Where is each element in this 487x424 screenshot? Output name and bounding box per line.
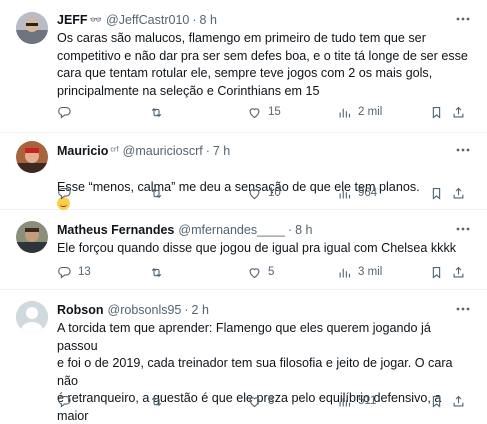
name-badge: ᶜʳᶠ bbox=[110, 145, 119, 157]
retweet-icon bbox=[151, 396, 162, 406]
bookmark-button[interactable] bbox=[429, 392, 444, 410]
reply-button[interactable] bbox=[57, 392, 78, 410]
reply-icon bbox=[58, 187, 71, 200]
tweet-actions: 13 5 3 mil bbox=[57, 263, 467, 281]
share-icon bbox=[453, 395, 464, 406]
display-name[interactable]: Mauricio bbox=[57, 144, 108, 158]
display-name[interactable]: Robson bbox=[57, 303, 104, 317]
reply-button[interactable] bbox=[57, 184, 78, 202]
tweet-header: Matheus Fernandes @mfernandes____ · 8 h bbox=[57, 221, 473, 239]
share-icon bbox=[453, 266, 464, 277]
views-icon bbox=[339, 108, 351, 117]
retweet-button[interactable] bbox=[149, 392, 170, 410]
timestamp[interactable]: 8 h bbox=[200, 13, 217, 27]
like-count: 15 bbox=[268, 106, 281, 118]
more-options-icon[interactable] bbox=[453, 11, 473, 27]
like-button[interactable]: 10 bbox=[247, 184, 281, 202]
separator-dot: · bbox=[192, 13, 197, 27]
bookmark-icon bbox=[432, 187, 441, 200]
like-count: 5 bbox=[268, 266, 275, 278]
share-button[interactable] bbox=[451, 184, 466, 202]
tweet-header: JEFF 👓 @JeffCastr010 · 8 h bbox=[57, 11, 473, 29]
heart-icon bbox=[249, 188, 260, 199]
like-count: 10 bbox=[268, 187, 281, 199]
reply-count: 13 bbox=[78, 266, 91, 278]
view-count: 3 mil bbox=[358, 266, 383, 278]
bookmark-icon bbox=[432, 395, 441, 408]
user-handle[interactable]: @robsonls95 bbox=[108, 303, 182, 317]
name-emoji: 👓 bbox=[89, 14, 103, 26]
bookmark-icon bbox=[432, 266, 441, 279]
bookmark-button[interactable] bbox=[429, 184, 444, 202]
tweet-jeff[interactable]: JEFF 👓 @JeffCastr010 · 8 h Os caras são … bbox=[0, 0, 487, 133]
views-icon bbox=[339, 397, 351, 406]
user-handle[interactable]: @JeffCastr010 bbox=[106, 13, 189, 27]
heart-icon bbox=[249, 107, 260, 118]
display-name[interactable]: JEFF bbox=[57, 13, 88, 27]
share-button[interactable] bbox=[451, 263, 466, 281]
timestamp[interactable]: 2 h bbox=[192, 303, 209, 317]
share-button[interactable] bbox=[451, 103, 466, 121]
separator-dot: · bbox=[287, 223, 293, 237]
retweet-button[interactable] bbox=[149, 263, 170, 281]
reply-feed: JEFF 👓 @JeffCastr010 · 8 h Os caras são … bbox=[0, 0, 487, 424]
retweet-icon bbox=[151, 188, 162, 198]
display-name[interactable]: Matheus Fernandes bbox=[57, 223, 174, 237]
reply-button[interactable]: 13 bbox=[57, 263, 91, 281]
avatar[interactable] bbox=[16, 221, 48, 253]
views-button[interactable]: 511 bbox=[337, 392, 376, 410]
views-button[interactable]: 964 bbox=[337, 184, 377, 202]
tweet-text: Os caras são malucos, flamengo em primei… bbox=[57, 31, 468, 98]
like-button[interactable]: 5 bbox=[247, 263, 274, 281]
reply-button[interactable] bbox=[57, 103, 78, 121]
bookmark-button[interactable] bbox=[429, 263, 444, 281]
tweet-header: Robson @robsonls95 · 2 h bbox=[57, 301, 473, 319]
avatar[interactable] bbox=[16, 141, 48, 173]
views-button[interactable]: 2 mil bbox=[337, 103, 382, 121]
tweet-actions: 10 964 bbox=[57, 184, 467, 202]
more-options-icon[interactable] bbox=[453, 142, 473, 158]
tweet-actions: 3 511 bbox=[57, 392, 467, 410]
user-handle[interactable]: @mfernandes____ bbox=[178, 223, 285, 237]
tweet-mauricio[interactable]: Mauricio ᶜʳᶠ @mauricioscrf · 7 h Esse “m… bbox=[0, 133, 487, 211]
separator-dot: · bbox=[184, 303, 189, 317]
share-icon bbox=[453, 106, 464, 117]
tweet-actions: 15 2 mil bbox=[57, 103, 467, 121]
share-button[interactable] bbox=[451, 392, 466, 410]
timestamp[interactable]: 8 h bbox=[295, 223, 312, 237]
more-options-icon[interactable] bbox=[453, 301, 473, 317]
user-handle[interactable]: @mauricioscrf bbox=[123, 144, 203, 158]
share-icon bbox=[453, 187, 464, 198]
like-button[interactable]: 3 bbox=[247, 392, 274, 410]
tweet-header: Mauricio ᶜʳᶠ @mauricioscrf · 7 h bbox=[57, 142, 473, 160]
retweet-button[interactable] bbox=[149, 103, 170, 121]
heart-icon bbox=[249, 267, 260, 278]
retweet-icon bbox=[151, 267, 162, 277]
bookmark-icon bbox=[432, 106, 441, 119]
tweet-text: Ele forçou quando disse que jogou de igu… bbox=[57, 241, 457, 255]
bookmark-button[interactable] bbox=[429, 103, 444, 121]
reply-icon bbox=[58, 106, 71, 119]
default-avatar[interactable] bbox=[16, 301, 48, 333]
retweet-button[interactable] bbox=[149, 184, 170, 202]
tweet-matheus[interactable]: Matheus Fernandes @mfernandes____ · 8 h … bbox=[0, 210, 487, 290]
avatar[interactable] bbox=[16, 12, 48, 44]
like-button[interactable]: 15 bbox=[247, 103, 281, 121]
reply-icon bbox=[58, 395, 71, 408]
views-button[interactable]: 3 mil bbox=[337, 263, 382, 281]
tweet-robson[interactable]: Robson @robsonls95 · 2 h A torcida tem q… bbox=[0, 290, 487, 424]
heart-icon bbox=[249, 396, 260, 407]
views-icon bbox=[339, 268, 351, 277]
view-count: 964 bbox=[358, 187, 378, 199]
like-count: 3 bbox=[268, 395, 275, 407]
retweet-icon bbox=[151, 107, 162, 117]
views-icon bbox=[339, 189, 351, 198]
view-count: 511 bbox=[358, 395, 377, 407]
view-count: 2 mil bbox=[358, 106, 383, 118]
separator-dot: · bbox=[205, 144, 210, 158]
more-options-icon[interactable] bbox=[453, 221, 473, 237]
timestamp[interactable]: 7 h bbox=[213, 144, 230, 158]
reply-icon bbox=[58, 266, 71, 279]
